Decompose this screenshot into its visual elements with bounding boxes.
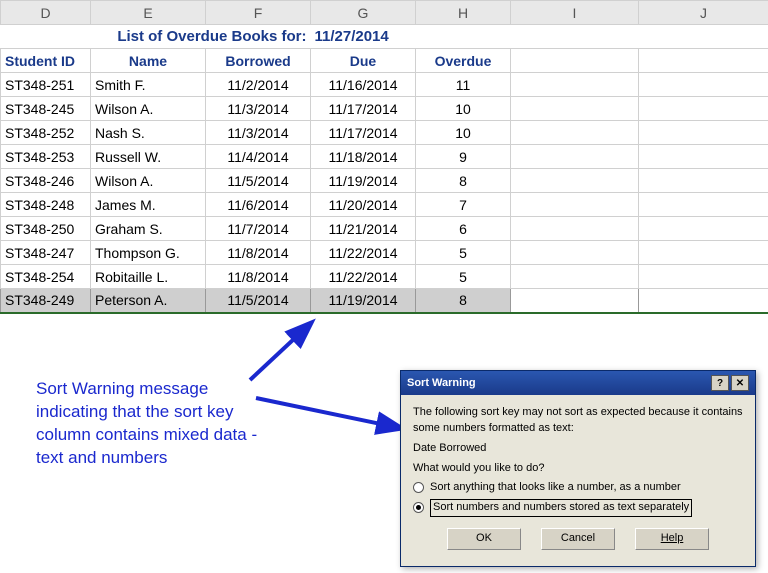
column-header-row[interactable]: D E F G H I J [1,1,768,25]
table-row[interactable]: ST348-251Smith F.11/2/201411/16/201411 [1,73,768,97]
table-row[interactable]: ST348-248James M.11/6/201411/20/20147 [1,193,768,217]
dialog-prompt: What would you like to do? [413,461,743,477]
header-overdue[interactable]: Overdue [416,49,511,73]
table-row[interactable]: ST348-250Graham S.11/7/201411/21/20146 [1,217,768,241]
table-row[interactable]: ST348-246Wilson A.11/5/201411/19/20148 [1,169,768,193]
col-header[interactable]: I [511,1,639,25]
dialog-field: Date Borrowed [413,441,743,457]
col-header[interactable]: G [311,1,416,25]
radio-icon[interactable] [413,482,424,493]
col-header[interactable]: E [91,1,206,25]
table-row[interactable]: ST348-254Robitaille L.11/8/201411/22/201… [1,265,768,289]
col-header[interactable]: F [206,1,311,25]
dialog-titlebar[interactable]: Sort Warning ? ✕ [401,371,755,395]
col-header[interactable]: J [639,1,768,25]
cancel-button[interactable]: Cancel [541,528,615,550]
radio-option-1[interactable]: Sort anything that looks like a number, … [413,480,743,496]
annotation-text: Sort Warning message indicating that the… [36,378,266,470]
table-row-selected[interactable]: ST348-249Peterson A.11/5/201411/19/20148 [1,289,768,313]
header-due[interactable]: Due [311,49,416,73]
radio-label: Sort numbers and numbers stored as text … [430,499,692,517]
table-row[interactable]: ST348-253Russell W.11/4/201411/18/20149 [1,145,768,169]
dialog-message: The following sort key may not sort as e… [413,405,743,437]
radio-option-2[interactable]: Sort numbers and numbers stored as text … [413,499,743,517]
col-header[interactable]: D [1,1,91,25]
title-text: List of Overdue Books for: [1,25,311,49]
col-header[interactable]: H [416,1,511,25]
header-borrowed[interactable]: Borrowed [206,49,311,73]
table-row[interactable]: ST348-247Thompson G.11/8/201411/22/20145 [1,241,768,265]
help-button[interactable]: Help [635,528,709,550]
dialog-title: Sort Warning [407,377,476,389]
title-row[interactable]: List of Overdue Books for: 11/27/2014 [1,25,768,49]
table-row[interactable]: ST348-252Nash S.11/3/201411/17/201410 [1,121,768,145]
close-icon[interactable]: ✕ [731,375,749,391]
radio-label: Sort anything that looks like a number, … [430,480,681,496]
ok-button[interactable]: OK [447,528,521,550]
header-student-id[interactable]: Student ID [1,49,91,73]
title-date: 11/27/2014 [311,25,416,49]
sort-warning-dialog: Sort Warning ? ✕ The following sort key … [400,370,756,567]
table-row[interactable]: ST348-245Wilson A.11/3/201411/17/201410 [1,97,768,121]
header-name[interactable]: Name [91,49,206,73]
radio-icon[interactable] [413,502,424,513]
header-row[interactable]: Student ID Name Borrowed Due Overdue [1,49,768,73]
help-icon[interactable]: ? [711,375,729,391]
